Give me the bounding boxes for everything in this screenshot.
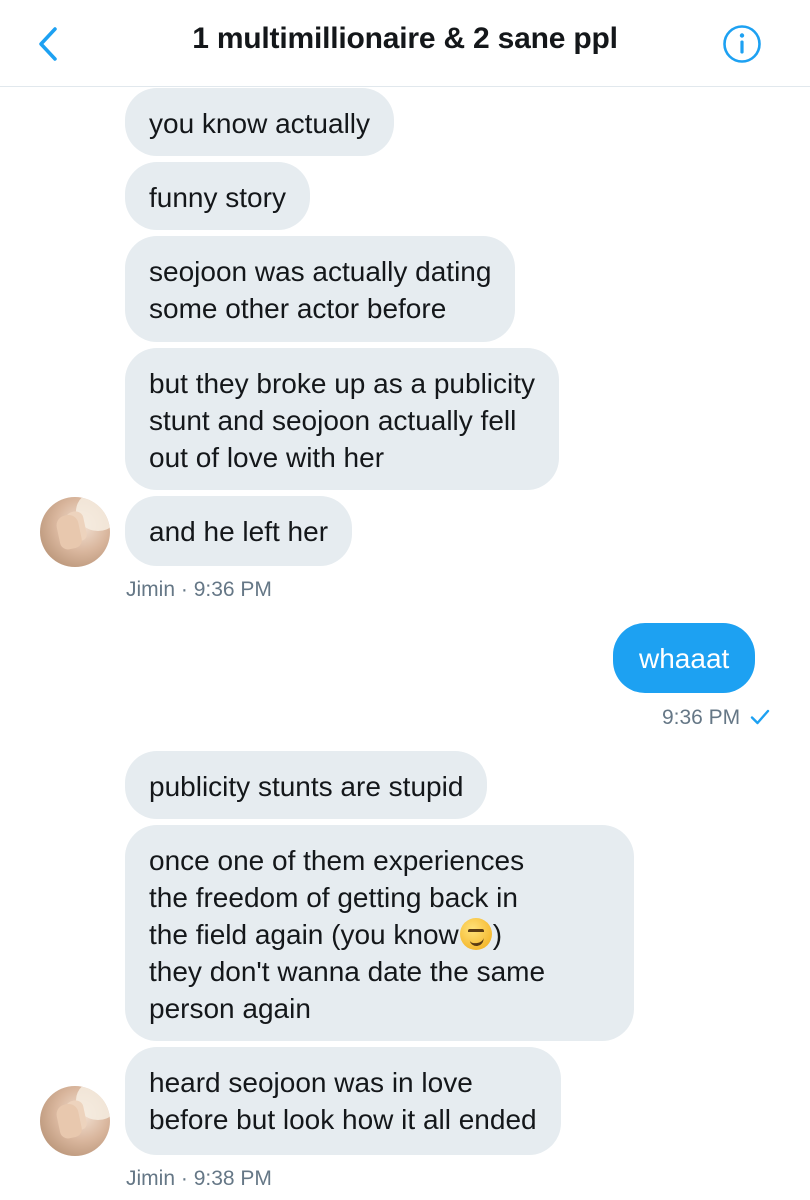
meta-separator: · bbox=[175, 1167, 194, 1190]
incoming-message-bubble[interactable]: seojoon was actually dating some other a… bbox=[125, 236, 516, 342]
incoming-message-bubble[interactable]: heard seojoon was in love before but loo… bbox=[125, 1047, 561, 1155]
message-meta: 9:36 PM bbox=[640, 706, 770, 730]
message-time: 9:38 PM bbox=[193, 1167, 272, 1190]
avatar[interactable] bbox=[40, 497, 110, 567]
message-time: 9:36 PM bbox=[193, 578, 272, 601]
incoming-message-bubble[interactable]: publicity stunts are stupid bbox=[125, 751, 488, 819]
conversation-title: 1 multimillionaire & 2 sane ppl bbox=[192, 22, 618, 55]
avatar[interactable] bbox=[40, 1086, 110, 1156]
sender-name: Jimin bbox=[126, 1167, 176, 1190]
conversation-info-button[interactable] bbox=[722, 24, 762, 64]
incoming-message-bubble[interactable]: but they broke up as a publicity stunt a… bbox=[125, 348, 560, 490]
back-button[interactable] bbox=[30, 24, 66, 64]
message-meta: Jimin · 9:36 PM bbox=[126, 578, 272, 602]
incoming-message-bubble[interactable]: once one of them experiences the freedom… bbox=[125, 825, 634, 1041]
smirking-face-emoji bbox=[459, 918, 492, 950]
incoming-message-bubble[interactable]: you know actually bbox=[125, 88, 395, 156]
info-icon bbox=[723, 25, 761, 63]
message-meta: Jimin · 9:38 PM bbox=[126, 1167, 272, 1191]
sender-name: Jimin bbox=[126, 578, 176, 601]
incoming-message-bubble[interactable]: funny story bbox=[125, 162, 310, 230]
chevron-left-icon bbox=[39, 27, 57, 61]
checkmark-icon bbox=[750, 709, 770, 725]
message-time: 9:36 PM bbox=[661, 706, 741, 729]
meta-separator: · bbox=[175, 578, 194, 601]
conversation-header: 1 multimillionaire & 2 sane ppl bbox=[0, 0, 810, 87]
incoming-message-bubble[interactable]: and he left her bbox=[125, 496, 353, 566]
outgoing-message-bubble[interactable]: whaaat bbox=[613, 623, 756, 693]
